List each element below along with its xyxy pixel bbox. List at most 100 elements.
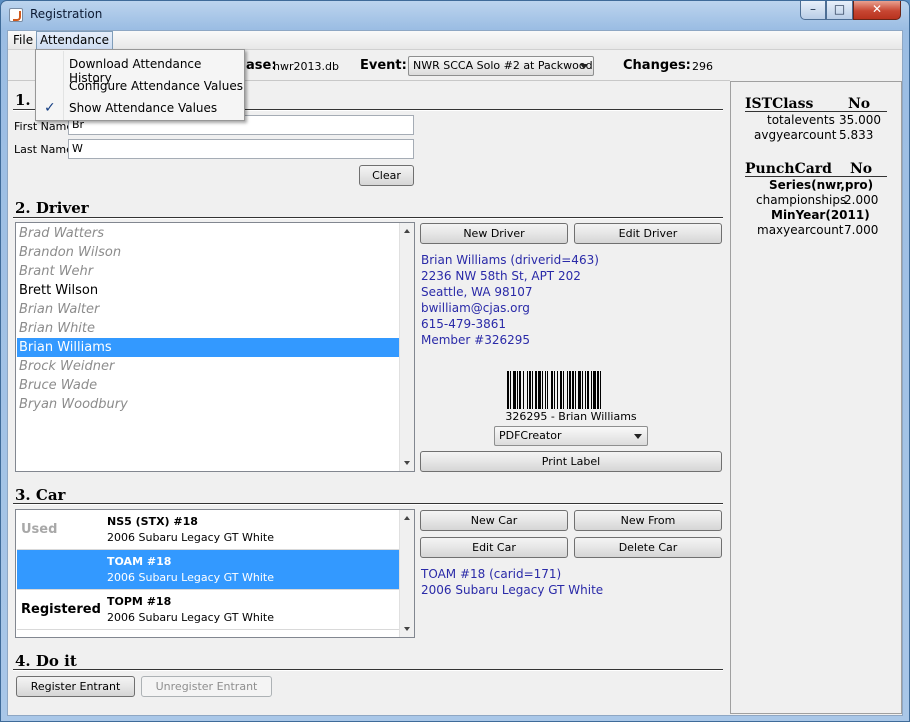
driver-info-member: Member #326295 xyxy=(421,333,531,347)
barcode-bar xyxy=(523,371,524,409)
series-label: Series(nwr,pro) xyxy=(769,178,874,192)
driver-list-item[interactable]: Brett Wilson xyxy=(17,281,399,300)
clear-button[interactable]: Clear xyxy=(359,165,414,186)
menu-bar xyxy=(8,31,902,50)
driver-info-address: 2236 NW 58th St, APT 202 xyxy=(421,269,581,283)
barcode-bar xyxy=(572,371,574,409)
barcode-bar xyxy=(545,371,546,409)
maximize-button[interactable]: □ xyxy=(826,1,853,20)
close-button[interactable]: ✕ xyxy=(853,1,901,20)
barcode-bar xyxy=(535,371,537,409)
driver-info-phone: 615-479-3861 xyxy=(421,317,507,331)
barcode-bar xyxy=(587,371,589,409)
barcode-bar xyxy=(567,371,568,409)
print-label-button[interactable]: Print Label xyxy=(420,451,722,472)
edit-car-button[interactable]: Edit Car xyxy=(420,537,568,558)
menu-item-configure-values[interactable]: Configure Attendance Values xyxy=(69,79,243,93)
database-value: nwr2013.db xyxy=(273,60,339,73)
driver-list[interactable]: Brad Watters Brandon Wilson Brant Wehr Bret… xyxy=(15,222,415,472)
scroll-down-icon[interactable] xyxy=(404,461,410,465)
car-row-selected[interactable]: TOAM #18 2006 Subaru Legacy GT White xyxy=(17,550,400,590)
driver-list-item[interactable]: Brad Watters xyxy=(17,224,399,243)
driver-list-item[interactable]: Brian Walter xyxy=(17,300,399,319)
barcode-bar xyxy=(557,371,558,409)
barcode-bar xyxy=(593,371,596,409)
section-1-title: 1. xyxy=(15,91,31,109)
printer-select[interactable]: PDFCreator xyxy=(494,426,648,446)
event-label: Event: xyxy=(360,58,407,73)
section-3-rule xyxy=(13,503,723,505)
new-from-button[interactable]: New From xyxy=(574,510,722,531)
car-title: TOAM #18 xyxy=(107,555,172,568)
section-2-title: 2. Driver xyxy=(15,199,89,217)
barcode-bar xyxy=(538,371,541,409)
driver-info-city: Seattle, WA 98107 xyxy=(421,285,533,299)
section-4-rule xyxy=(13,669,723,671)
maxyearcount-label: maxyearcount xyxy=(757,223,844,237)
driver-list-item[interactable]: Brant Wehr xyxy=(17,262,399,281)
driver-list-scrollbar[interactable] xyxy=(399,223,414,471)
car-row[interactable]: Used NS5 (STX) #18 2006 Subaru Legacy GT… xyxy=(17,510,400,550)
changes-label: Changes: xyxy=(623,58,691,73)
driver-list-item[interactable]: Bryan Woodbury xyxy=(17,395,399,414)
barcode-caption: 326295 - Brian Williams xyxy=(505,410,637,423)
totalevents-value: 35.000 xyxy=(839,113,881,127)
barcode-bar xyxy=(507,371,509,409)
istclass-rule xyxy=(745,111,887,112)
delete-car-button[interactable]: Delete Car xyxy=(574,537,722,558)
istclass-heading: ISTClass xyxy=(745,96,814,112)
scroll-down-icon[interactable] xyxy=(404,627,410,631)
menu-attendance[interactable]: Attendance xyxy=(36,31,113,50)
barcode-bar xyxy=(582,371,583,409)
car-row[interactable]: Registered TOPM #18 2006 Subaru Legacy G… xyxy=(17,590,400,630)
edit-driver-button[interactable]: Edit Driver xyxy=(574,223,722,244)
scroll-up-icon[interactable] xyxy=(404,229,410,233)
barcode-bar xyxy=(510,371,511,409)
printer-select-value: PDFCreator xyxy=(499,429,562,442)
punchcard-heading: PunchCard xyxy=(745,161,832,177)
driver-list-item-selected[interactable]: Brian Williams xyxy=(17,338,399,357)
car-info-desc: 2006 Subaru Legacy GT White xyxy=(421,583,604,597)
totalevents-label: totalevents xyxy=(767,113,835,127)
attendance-menu: Download Attendance History Configure At… xyxy=(35,49,245,121)
driver-list-item[interactable]: Brock Weidner xyxy=(17,357,399,376)
barcode-image xyxy=(507,371,635,409)
championships-label: championships xyxy=(756,193,847,207)
menu-file[interactable]: File xyxy=(10,31,36,50)
barcode-bar xyxy=(519,371,521,409)
car-info-title: TOAM #18 (carid=171) xyxy=(421,567,562,581)
barcode-bar xyxy=(532,371,533,409)
car-description: 2006 Subaru Legacy GT White xyxy=(107,571,274,584)
scroll-up-icon[interactable] xyxy=(404,516,410,520)
barcode-bar xyxy=(542,371,543,409)
minimize-button[interactable]: – xyxy=(800,1,826,20)
barcode-bar xyxy=(591,371,592,409)
barcode-bar xyxy=(578,371,581,409)
barcode-bar xyxy=(529,371,531,409)
chevron-down-icon xyxy=(580,64,588,69)
car-list-scrollbar[interactable] xyxy=(399,510,414,637)
last-name-field[interactable]: W xyxy=(68,139,414,159)
register-entrant-button[interactable]: Register Entrant xyxy=(16,676,135,697)
punchcard-rule xyxy=(745,176,887,177)
menu-gutter-separator xyxy=(63,51,64,120)
event-select[interactable]: NWR SCCA Solo #2 at Packwood xyxy=(408,56,594,76)
menu-item-show-values[interactable]: Show Attendance Values xyxy=(69,101,217,115)
punchcard-value: No xyxy=(850,161,873,177)
changes-value: 296 xyxy=(692,60,713,73)
driver-list-item[interactable]: Brandon Wilson xyxy=(17,243,399,262)
chevron-down-icon xyxy=(634,434,642,439)
istclass-value: No xyxy=(848,96,871,112)
new-car-button[interactable]: New Car xyxy=(420,510,568,531)
barcode-bar xyxy=(563,371,564,409)
driver-list-item[interactable]: Brian White xyxy=(17,319,399,338)
new-driver-button[interactable]: New Driver xyxy=(420,223,568,244)
car-list[interactable]: Used NS5 (STX) #18 2006 Subaru Legacy GT… xyxy=(15,509,415,638)
driver-list-item[interactable]: Bruce Wade xyxy=(17,376,399,395)
avgyearcount-label: avgyearcount xyxy=(754,128,837,142)
event-select-value: NWR SCCA Solo #2 at Packwood xyxy=(413,59,593,72)
barcode-bar xyxy=(547,371,548,409)
barcode-bar xyxy=(554,371,555,409)
unregister-entrant-button[interactable]: Unregister Entrant xyxy=(141,676,272,697)
barcode-bar xyxy=(600,371,601,409)
